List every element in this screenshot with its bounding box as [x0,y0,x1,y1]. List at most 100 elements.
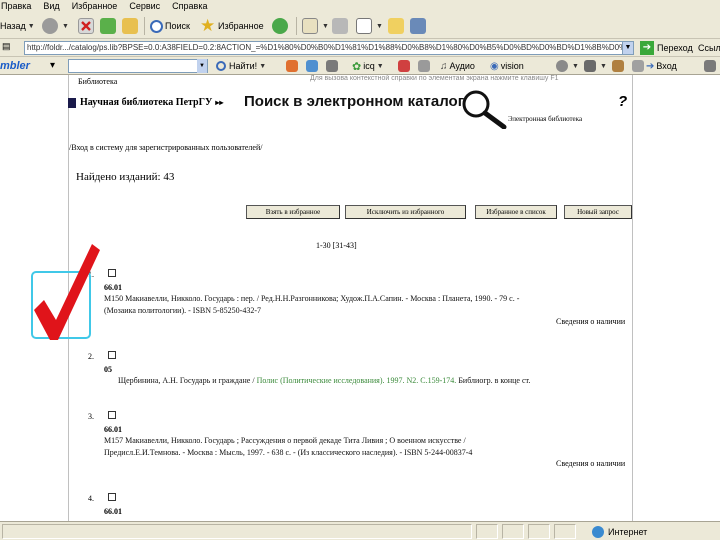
messenger-icon [410,18,426,34]
menu-view[interactable]: Вид [37,0,65,13]
home-button[interactable] [122,16,140,36]
word-icon [356,18,372,34]
rambler-login-button[interactable]: ➔ Вход [646,58,677,74]
tool-icon [306,60,318,72]
discuss-button[interactable] [388,16,406,36]
menu-tools[interactable]: Сервис [123,0,166,13]
back-label: Назад [0,21,26,31]
rambler-tool-button-5[interactable]: ▼ [556,58,579,74]
library-label: Библиотека [78,77,118,86]
history-button[interactable] [272,16,290,36]
journal-link[interactable]: Полис (Политические исследования). 1997.… [257,376,457,385]
print-button[interactable] [332,16,350,36]
rambler-tool-button-4[interactable] [418,58,432,74]
audio-icon: ♫ [440,60,448,72]
vision-button[interactable]: ◉ vision [490,58,524,74]
record-number: 2. [88,352,94,361]
links-button[interactable]: Ссылки [698,40,720,56]
rambler-tool-button-3[interactable] [398,58,412,74]
pager[interactable]: 1-30 [31-43] [316,241,357,250]
highlight-button[interactable] [286,58,300,74]
library-bullet-icon [68,97,76,108]
record-description-line: Предисл.Е.И.Темнова. - Москва : Мысль, 1… [104,448,473,457]
back-button[interactable]: Назад ▼ [0,16,35,36]
remove-from-favorites-button[interactable]: Исключить из избранного [345,205,466,219]
found-label: Найдено изданий: [76,171,161,183]
forward-dropdown-icon[interactable]: ▼ [62,23,69,30]
tool-dropdown-icon[interactable]: ▼ [572,63,579,70]
e-library-link[interactable]: Электронная библиотека [508,115,582,123]
menu-bar: Правка Вид Избранное Сервис Справка [0,0,720,13]
rambler-tool-button-8[interactable] [632,58,646,74]
address-input[interactable]: http://foldr.../catalog/ps.lib?BPSE=0.0:… [24,41,624,55]
rambler-extra-button[interactable] [704,58,718,74]
rambler-tool-button-2[interactable] [326,58,340,74]
login-link[interactable]: /Вход в систему для зарегистрированных п… [69,143,262,152]
magnifier-icon [216,61,226,71]
icq-button[interactable]: ✿ icq ▼ [352,58,384,74]
record-class-code: 66.01 [104,507,122,516]
record-number: 3. [88,412,94,421]
rambler-logo: mbler [0,60,30,72]
rambler-toolbar: mbler ▾ Найти!▼ ✿ icq▼ ♫ Аудио ◉ vision … [0,57,720,75]
page-content: Для вызова контекстной справки по элемен… [0,75,720,521]
availability-link[interactable]: Сведения о наличии [556,317,625,326]
rambler-menu-icon[interactable]: ▾ [50,58,55,74]
rambler-tool-button-6[interactable]: ▼ [584,58,607,74]
page-hint: Для вызова контекстной справки по элемен… [310,75,559,82]
mail-button[interactable]: ▼ [302,16,329,36]
mail-dropdown-icon[interactable]: ▼ [322,23,329,30]
tool-icon [632,60,644,72]
edit-button[interactable]: ▼ [356,16,383,36]
rambler-find-button[interactable]: Найти! ▼ [216,58,266,74]
tool-icon [556,60,568,72]
forward-button[interactable]: ▼ [42,16,69,36]
refresh-button[interactable] [100,16,118,36]
go-button[interactable]: ➔ Переход [640,40,693,56]
icq-flower-icon: ✿ [352,60,362,73]
rambler-login-label: Вход [656,61,677,71]
help-button[interactable]: ? [618,93,627,110]
record-checkbox[interactable] [108,493,116,501]
record-checkbox[interactable] [108,411,116,419]
rambler-search-input[interactable] [68,59,208,73]
tool-dropdown-icon[interactable]: ▼ [600,63,607,70]
stop-button[interactable] [78,16,96,36]
record-class-code: 05 [104,365,112,374]
tool-icon [326,60,338,72]
messenger-button[interactable] [410,16,428,36]
record-class-code: 66.01 [104,283,122,292]
favorites-to-list-button[interactable]: Избранное в список [475,205,557,219]
home-icon [122,18,138,34]
add-to-favorites-button[interactable]: Взять в избранное [246,205,340,219]
status-segment [502,524,524,539]
search-label: Поиск [165,21,190,31]
library-title-link[interactable]: Научная библиотека ПетрГУ ▸▸ [68,97,223,108]
star-icon: ★ [200,16,216,35]
status-segment [554,524,576,539]
search-button[interactable]: Поиск [150,16,190,36]
library-title-text: Научная библиотека ПетрГУ [80,97,213,108]
record-checkbox[interactable] [108,351,116,359]
menu-favorites[interactable]: Избранное [66,0,124,13]
rambler-tool-button-7[interactable] [612,58,626,74]
forward-icon [42,18,58,34]
audio-button[interactable]: ♫ Аудио [440,58,475,74]
favorites-button[interactable]: ★ Избранное [200,16,264,36]
globe-icon [592,525,604,538]
back-dropdown-icon[interactable]: ▼ [28,23,35,30]
menu-edit[interactable]: Правка [0,0,37,13]
new-query-button[interactable]: Новый запрос [564,205,632,219]
find-dropdown-icon[interactable]: ▼ [259,63,266,70]
record-checkbox[interactable] [108,269,116,277]
icq-dropdown-icon[interactable]: ▼ [377,63,384,70]
record-description-line: (Мозаика политологии). - ISBN 5-85250-43… [104,306,262,315]
favorites-label: Избранное [218,21,264,31]
edit-dropdown-icon[interactable]: ▼ [376,23,383,30]
availability-link[interactable]: Сведения о наличии [556,459,625,468]
icq-label: icq [363,61,375,71]
rambler-tool-button[interactable] [306,58,320,74]
menu-help[interactable]: Справка [166,0,213,13]
tool-icon [584,60,596,72]
address-dropdown-icon[interactable]: ▼ [622,41,634,55]
